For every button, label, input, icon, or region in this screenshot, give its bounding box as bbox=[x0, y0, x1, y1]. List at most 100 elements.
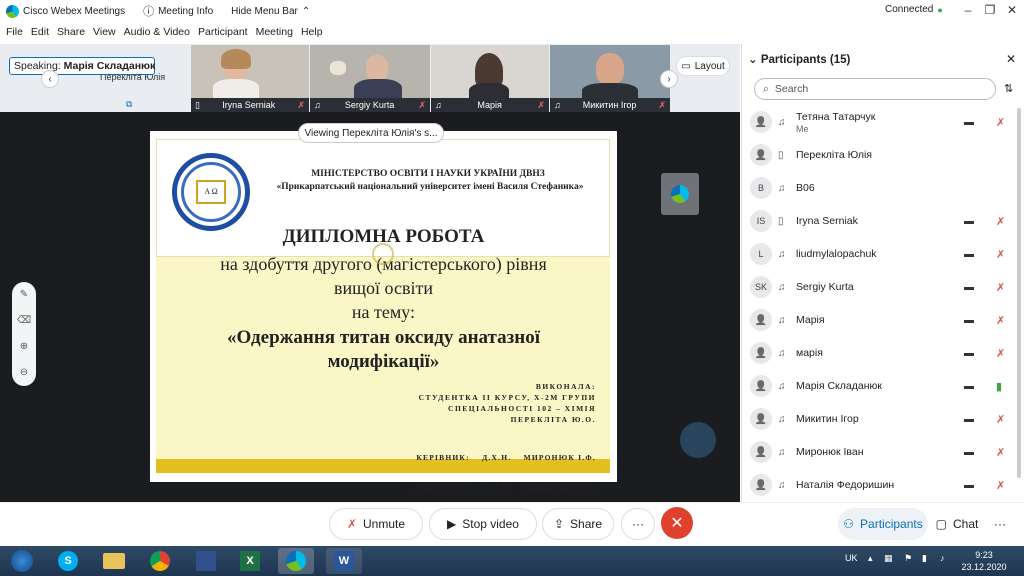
mic-muted-icon[interactable]: ✗ bbox=[996, 347, 1005, 360]
menu-share[interactable]: Share bbox=[57, 26, 85, 42]
menu-meeting[interactable]: Meeting bbox=[256, 26, 293, 42]
participant-row[interactable]: 👤 ♫ Марія Складанюк ▬ ▮ bbox=[750, 372, 1016, 400]
phone-icon: ▯ bbox=[778, 215, 784, 227]
video-tile-iryna[interactable]: ▯ Iryna Serniak ✗ bbox=[191, 45, 309, 112]
app-title: Cisco Webex Meetings bbox=[6, 4, 125, 18]
close-window-button[interactable]: ✕ bbox=[1002, 3, 1022, 17]
end-meeting-button[interactable]: ✕ bbox=[661, 507, 693, 539]
clock-date: 23.12.2020 bbox=[961, 562, 1007, 572]
avatar: L bbox=[750, 243, 772, 265]
video-tile-mykytyn[interactable]: ♫ Микитин Ігор ✗ bbox=[550, 45, 670, 112]
menu-participant[interactable]: Participant bbox=[198, 26, 248, 42]
taskbar-webex[interactable] bbox=[278, 548, 314, 574]
meeting-info-button[interactable]: ⓘ Meeting Info bbox=[143, 3, 213, 19]
participant-name: Наталія Федоришин bbox=[796, 479, 895, 491]
avatar: SK bbox=[750, 276, 772, 298]
mic-active-icon[interactable]: ▮ bbox=[996, 380, 1002, 393]
participant-row[interactable]: 👤 ▯ Перекліта Юлія bbox=[750, 141, 1016, 169]
taskbar-excel[interactable]: X bbox=[232, 548, 268, 574]
participants-panel-button[interactable]: ⚇ Participants bbox=[838, 508, 928, 540]
minimize-button[interactable]: – bbox=[958, 3, 978, 17]
participant-row[interactable]: SK ♫ Sergiy Kurta ▬ ✗ bbox=[750, 273, 1016, 301]
participant-row[interactable]: 👤 ♫ Миронюк Іван ▬ ✗ bbox=[750, 438, 1016, 466]
presenter-tile[interactable]: Перекліта Юлія ⧉ bbox=[70, 45, 190, 112]
participant-row[interactable]: 👤 ♫ Тетяна Татарчук Me ▬ ✗ bbox=[750, 108, 1016, 136]
sort-icon[interactable]: ⇅ bbox=[1004, 82, 1013, 95]
tray-expand-icon[interactable]: ▴ bbox=[868, 553, 873, 564]
participants-header[interactable]: ⌄ Participants (15) bbox=[748, 52, 850, 66]
webex-floating-button[interactable] bbox=[661, 173, 699, 215]
clock[interactable]: 9:23 23.12.2020 bbox=[960, 549, 1008, 573]
eraser-icon[interactable]: ⌫ bbox=[12, 308, 36, 334]
mic-muted-icon[interactable]: ✗ bbox=[996, 446, 1005, 459]
taskbar-word[interactable]: W bbox=[326, 548, 362, 574]
degree-line-2: вищої освіти bbox=[334, 278, 433, 298]
panel-scrollbar[interactable] bbox=[1017, 108, 1021, 478]
chat-button[interactable]: ▢ Chat bbox=[930, 508, 984, 540]
participant-row[interactable]: 👤 ♫ Микитин Ігор ▬ ✗ bbox=[750, 405, 1016, 433]
mic-muted-icon[interactable]: ✗ bbox=[996, 413, 1005, 426]
viewing-indicator[interactable]: Viewing Перекліта Юлія's s... bbox=[298, 123, 444, 143]
zoom-out-icon[interactable]: ⊖ bbox=[12, 360, 36, 386]
participant-search-input[interactable]: ⌕ Search bbox=[754, 78, 996, 100]
annotate-icon[interactable]: ✎ bbox=[12, 282, 36, 308]
tile-name-bar: ♫ Марія ✗ bbox=[431, 98, 549, 112]
title-bar: Cisco Webex Meetings ⓘ Meeting Info Hide… bbox=[0, 0, 1024, 22]
taskbar-save-app[interactable] bbox=[188, 548, 224, 574]
unmute-button[interactable]: ✗ Unmute bbox=[329, 508, 423, 540]
mic-muted-icon[interactable]: ✗ bbox=[996, 479, 1005, 492]
windows-start-button[interactable] bbox=[4, 548, 40, 574]
menu-help[interactable]: Help bbox=[301, 26, 323, 42]
avatar: 👤 bbox=[750, 474, 772, 496]
taskbar-chrome[interactable] bbox=[142, 548, 178, 574]
participant-row[interactable]: IS ▯ Iryna Serniak ▬ ✗ bbox=[750, 207, 1016, 235]
avatar: 👤 bbox=[750, 309, 772, 331]
share-button[interactable]: ⇪ Share bbox=[542, 508, 614, 540]
flag-icon[interactable]: ⚑ bbox=[904, 553, 912, 564]
stop-video-button[interactable]: ▶ Stop video bbox=[429, 508, 537, 540]
close-panel-button[interactable]: ✕ bbox=[1006, 52, 1016, 66]
menu-file[interactable]: File bbox=[6, 26, 23, 42]
mic-muted-icon: ✗ bbox=[346, 517, 358, 531]
headset-icon: ♫ bbox=[435, 100, 442, 110]
strip-prev-button[interactable]: ‹ bbox=[41, 70, 59, 88]
topic-line-2: модифікації» bbox=[327, 351, 440, 372]
participant-row[interactable]: 👤 ♫ Наталія Федоришин ▬ ✗ bbox=[750, 471, 1016, 499]
participant-row[interactable]: L ♫ liudmylalopachuk ▬ ✗ bbox=[750, 240, 1016, 268]
person-icon: 👤 bbox=[754, 347, 768, 359]
annotation-toolbar: ✎ ⌫ ⊕ ⊖ bbox=[12, 282, 36, 386]
mic-muted-icon[interactable]: ✗ bbox=[996, 314, 1005, 327]
menu-audio-video[interactable]: Audio & Video bbox=[124, 26, 190, 42]
panel-more-button[interactable]: ··· bbox=[986, 508, 1014, 540]
person-icon: 👤 bbox=[754, 380, 768, 392]
network-icon[interactable]: ▦ bbox=[884, 553, 893, 564]
author-line-1: ВИКОНАЛА: bbox=[535, 382, 596, 391]
participant-name: Марія Складанюк bbox=[796, 380, 882, 392]
participant-row[interactable]: 👤 ♫ марія ▬ ✗ bbox=[750, 339, 1016, 367]
lamp-shape bbox=[330, 61, 346, 75]
volume-icon[interactable]: ♪ bbox=[940, 553, 945, 563]
video-tile-mariia[interactable]: ♫ Марія ✗ bbox=[431, 45, 549, 112]
more-options-button[interactable]: ··· bbox=[621, 508, 655, 540]
supervisors-block: КЕРІВНИК: Д.Х.Н. МИРОНЮК І.Ф. РЕЦЕНЗЕНТ:… bbox=[350, 433, 596, 513]
zoom-in-icon[interactable]: ⊕ bbox=[12, 334, 36, 360]
mic-muted-icon[interactable]: ✗ bbox=[996, 215, 1005, 228]
taskbar-skype[interactable]: S bbox=[50, 548, 86, 574]
language-indicator[interactable]: UK bbox=[845, 553, 858, 563]
participant-row[interactable]: B ♫ B06 bbox=[750, 174, 1016, 202]
maximize-button[interactable]: ❐ bbox=[980, 3, 1000, 17]
participant-row[interactable]: 👤 ♫ Марія ▬ ✗ bbox=[750, 306, 1016, 334]
video-tile-sergiy[interactable]: ♫ Sergiy Kurta ✗ bbox=[310, 45, 430, 112]
mic-muted-icon[interactable]: ✗ bbox=[996, 116, 1005, 129]
strip-next-button[interactable]: › bbox=[660, 70, 678, 88]
layout-button[interactable]: ▭ Layout bbox=[676, 56, 730, 76]
mic-muted-icon[interactable]: ✗ bbox=[996, 248, 1005, 261]
menu-view[interactable]: View bbox=[93, 26, 116, 42]
battery-icon[interactable]: ▮ bbox=[922, 553, 927, 564]
hide-menu-bar-button[interactable]: Hide Menu Bar ⌃ bbox=[231, 6, 310, 17]
video-camera-icon: ▬ bbox=[964, 413, 974, 425]
mic-muted-icon[interactable]: ✗ bbox=[996, 281, 1005, 294]
menu-edit[interactable]: Edit bbox=[31, 26, 49, 42]
participant-video bbox=[366, 55, 388, 81]
taskbar-explorer[interactable] bbox=[96, 548, 132, 574]
